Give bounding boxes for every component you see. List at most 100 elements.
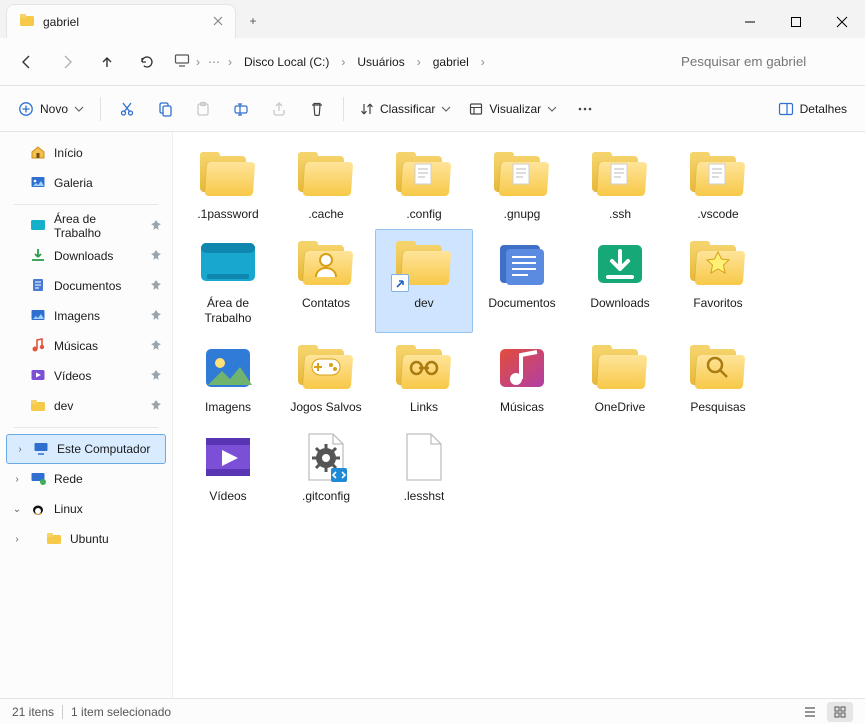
tab-current[interactable]: gabriel (6, 4, 236, 38)
folder-icon (590, 345, 650, 391)
sidebar-item-ubuntu[interactable]: ›Ubuntu (4, 524, 168, 554)
maximize-button[interactable] (773, 6, 819, 38)
item-grid: .1password .cache .config .gnupg .ssh .v… (179, 140, 859, 511)
paste-button[interactable] (185, 93, 221, 125)
chevron-right-icon[interactable]: › (479, 55, 487, 69)
share-button[interactable] (261, 93, 297, 125)
more-button[interactable] (567, 93, 603, 125)
grid-item[interactable]: Músicas (473, 333, 571, 422)
close-tab-button[interactable] (213, 15, 223, 29)
sidebar-item-dev[interactable]: dev (4, 391, 168, 421)
grid-item[interactable]: Pesquisas (669, 333, 767, 422)
chevron-right-icon[interactable]: › (194, 55, 202, 69)
chevron-down-icon (74, 104, 84, 114)
grid-item[interactable]: .config (375, 140, 473, 229)
folder-icon (688, 241, 748, 287)
grid-item[interactable]: .vscode (669, 140, 767, 229)
content-area[interactable]: .1password .cache .config .gnupg .ssh .v… (173, 132, 865, 698)
grid-item[interactable]: Links (375, 333, 473, 422)
grid-item[interactable]: .gitconfig (277, 422, 375, 511)
grid-item[interactable]: .lesshst (375, 422, 473, 511)
sidebar-item-documentos[interactable]: Documentos (4, 271, 168, 301)
new-button[interactable]: Novo (10, 93, 92, 125)
details-view-button[interactable] (797, 702, 823, 722)
details-pane-button[interactable]: Detalhes (770, 93, 855, 125)
folder-icon (296, 345, 356, 391)
pin-icon (150, 399, 162, 414)
copy-button[interactable] (147, 93, 183, 125)
grid-item[interactable]: Downloads (571, 229, 669, 333)
item-label: .1password (197, 207, 258, 222)
view-button[interactable]: Visualizar (461, 93, 565, 125)
sort-button[interactable]: Classificar (352, 93, 459, 125)
nav-icon (30, 337, 46, 356)
item-label: .cache (308, 207, 343, 222)
item-label: Favoritos (693, 296, 742, 311)
item-icon (483, 340, 561, 396)
grid-item[interactable]: OneDrive (571, 333, 669, 422)
new-tab-button[interactable]: + (236, 4, 270, 38)
cut-button[interactable] (109, 93, 145, 125)
up-button[interactable] (90, 45, 124, 79)
chevron-right-icon[interactable]: › (339, 55, 347, 69)
sidebar-item-este-computador[interactable]: ›Este Computador (6, 434, 166, 464)
grid-item[interactable]: Contatos (277, 229, 375, 333)
search-input[interactable] (673, 46, 855, 78)
grid-item[interactable]: .gnupg (473, 140, 571, 229)
chevron-down-icon (441, 104, 451, 114)
sidebar-item-rede[interactable]: ›Rede (4, 464, 168, 494)
sidebar-item-v-deos[interactable]: Vídeos (4, 361, 168, 391)
sidebar-item-linux[interactable]: ⌄Linux (4, 494, 168, 524)
sidebar-item-label: Galeria (54, 176, 93, 190)
expand-icon[interactable]: › (10, 474, 24, 485)
grid-item[interactable]: Documentos (473, 229, 571, 333)
sidebar-item-imagens[interactable]: Imagens (4, 301, 168, 331)
sidebar-item-m-sicas[interactable]: Músicas (4, 331, 168, 361)
sidebar-item-galeria[interactable]: Galeria (4, 168, 168, 198)
grid-item[interactable]: Vídeos (179, 422, 277, 511)
toolbar: Novo Classificar Visualizar Detalhes (0, 86, 865, 132)
breadcrumb-item[interactable]: gabriel (427, 51, 475, 73)
grid-item[interactable]: dev (375, 229, 473, 333)
chevron-right-icon[interactable]: › (415, 55, 423, 69)
documents-icon (494, 239, 550, 289)
grid-item[interactable]: .1password (179, 140, 277, 229)
breadcrumb-item[interactable]: Disco Local (C:) (238, 51, 335, 73)
forward-button[interactable] (50, 45, 84, 79)
pin-icon (150, 339, 162, 354)
sidebar-item-label: Vídeos (54, 369, 91, 383)
icons-view-button[interactable] (827, 702, 853, 722)
item-label: .lesshst (404, 489, 445, 504)
pc-icon (174, 52, 190, 71)
delete-button[interactable] (299, 93, 335, 125)
chevron-right-icon[interactable]: › (226, 55, 234, 69)
back-button[interactable] (10, 45, 44, 79)
close-window-button[interactable] (819, 6, 865, 38)
grid-item[interactable]: .ssh (571, 140, 669, 229)
pin-icon (150, 369, 162, 384)
sidebar-item-in-cio[interactable]: Início (4, 138, 168, 168)
grid-item[interactable]: Favoritos (669, 229, 767, 333)
refresh-button[interactable] (130, 45, 164, 79)
rename-button[interactable] (223, 93, 259, 125)
folder-icon (688, 152, 748, 198)
sidebar-item-label: Imagens (54, 309, 100, 323)
folder-icon (394, 152, 454, 198)
expand-icon[interactable]: › (13, 444, 27, 455)
item-icon (189, 340, 267, 396)
grid-item[interactable]: Jogos Salvos (277, 333, 375, 422)
grid-item[interactable]: Imagens (179, 333, 277, 422)
breadcrumb-overflow[interactable]: ⋯ (206, 55, 222, 69)
pin-icon (150, 279, 162, 294)
grid-item[interactable]: .cache (277, 140, 375, 229)
minimize-button[interactable] (727, 6, 773, 38)
expand-icon[interactable]: › (10, 534, 24, 545)
item-icon (581, 340, 659, 396)
videos-icon (200, 432, 256, 482)
breadcrumb[interactable]: › ⋯ › Disco Local (C:) › Usuários › gabr… (170, 51, 667, 73)
sidebar-item-downloads[interactable]: Downloads (4, 241, 168, 271)
expand-icon[interactable]: ⌄ (10, 504, 24, 515)
grid-item[interactable]: Área de Trabalho (179, 229, 277, 333)
breadcrumb-item[interactable]: Usuários (351, 51, 410, 73)
sidebar-item--rea-de-trabalho[interactable]: Área de Trabalho (4, 211, 168, 241)
